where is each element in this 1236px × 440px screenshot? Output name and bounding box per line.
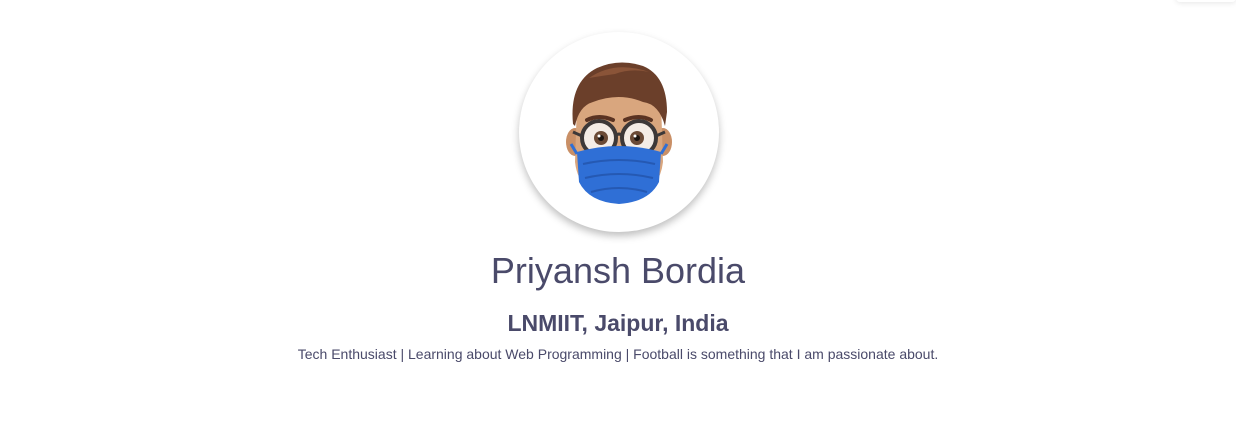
profile-bio: Tech Enthusiast | Learning about Web Pro…	[297, 346, 939, 362]
avatar	[519, 32, 719, 232]
profile-name: Priyansh Bordia	[490, 250, 746, 291]
profile-page: Priyansh Bordia LNMIIT, Jaipur, India Te…	[0, 0, 1236, 440]
memoji-avatar-icon	[566, 62, 672, 204]
profile-location: LNMIIT, Jaipur, India	[507, 310, 729, 336]
header-edge	[1176, 0, 1236, 2]
